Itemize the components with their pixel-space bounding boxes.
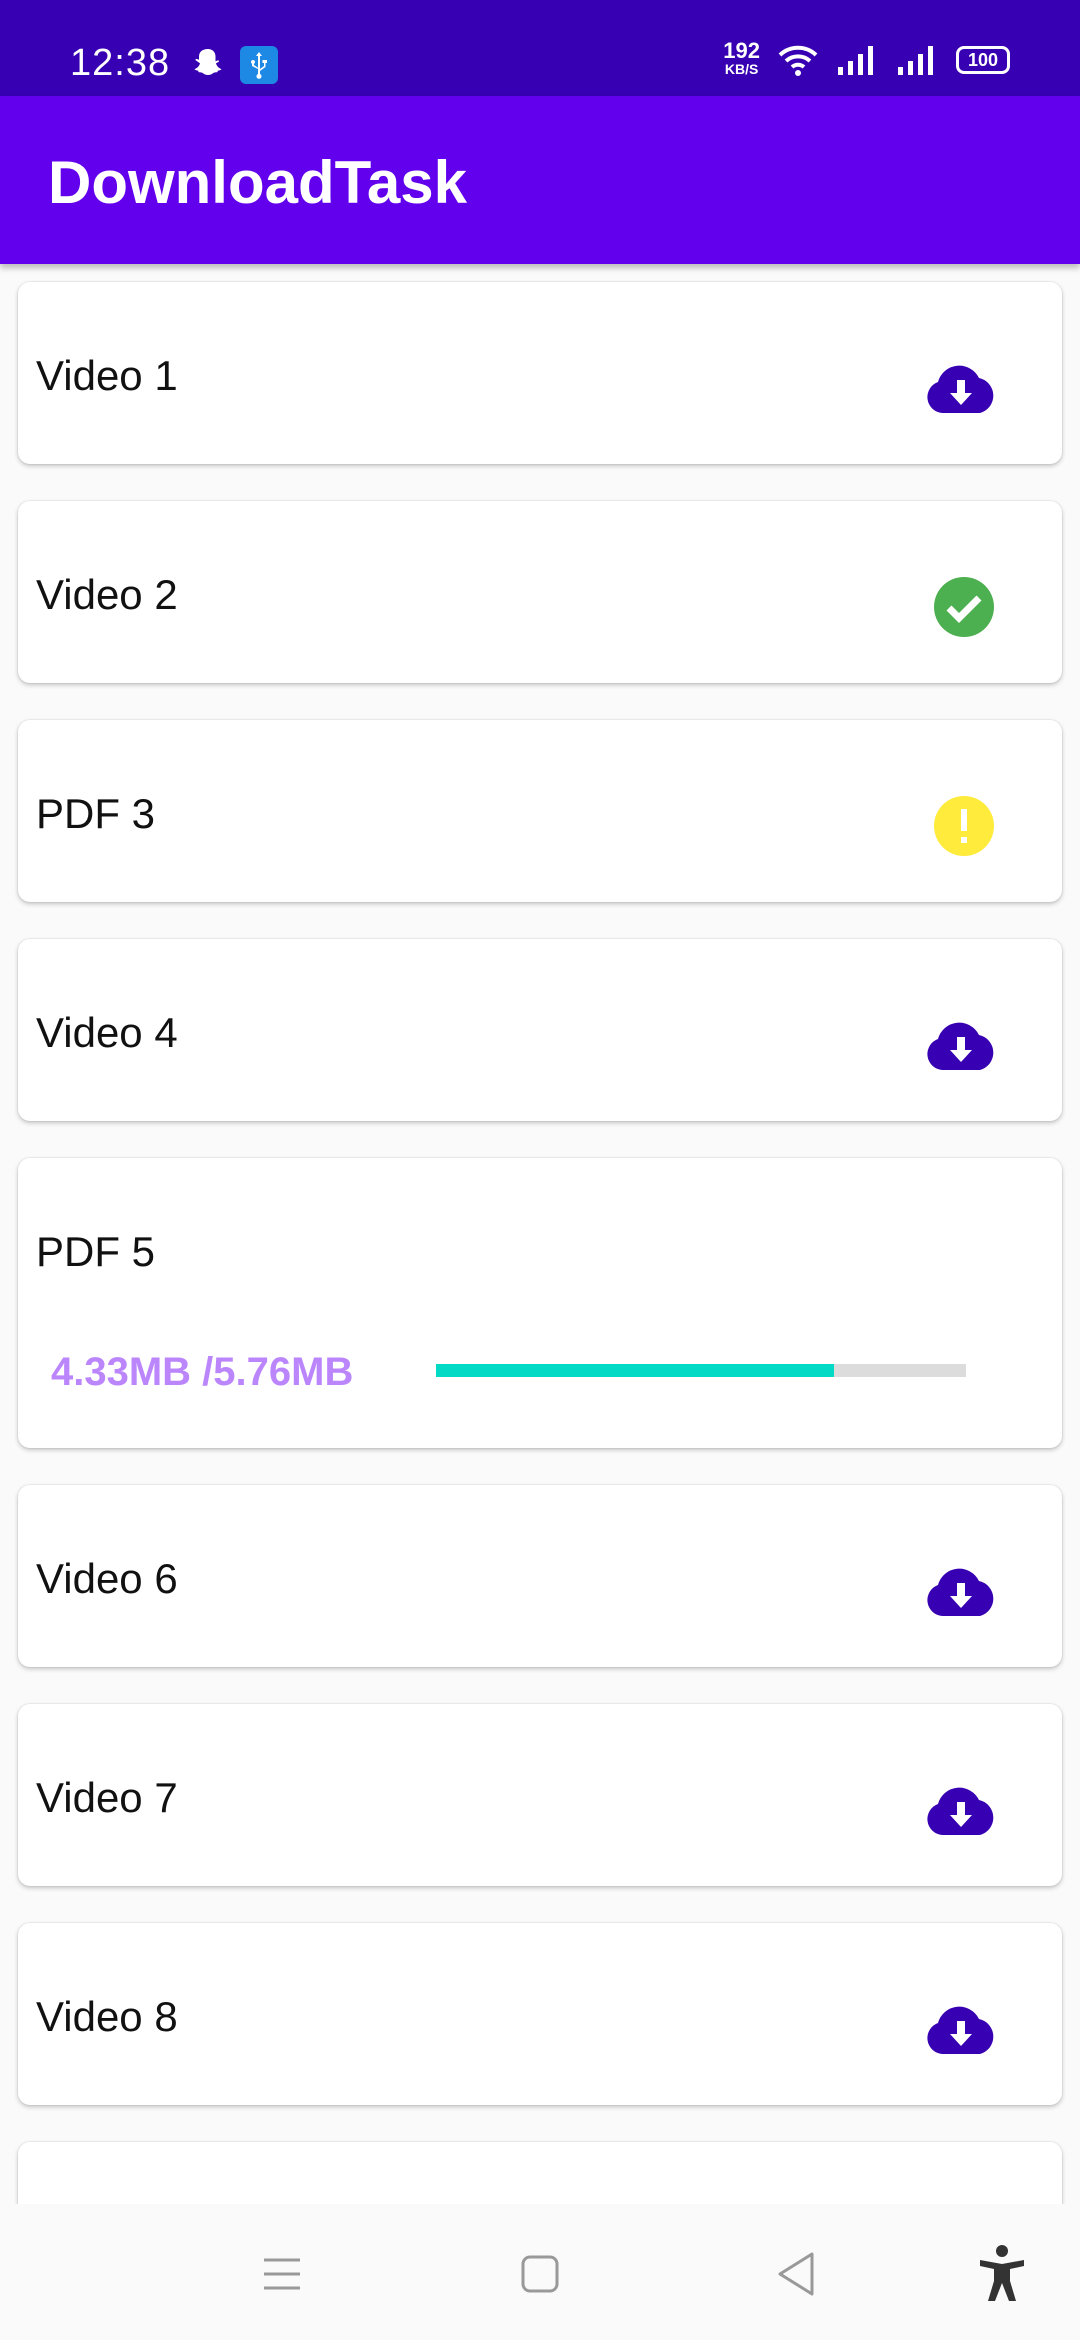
cloud-download-icon[interactable] bbox=[923, 352, 999, 428]
download-list[interactable]: Video 1 Video 2 PDF 3 Video 4 PDF 5 4.33… bbox=[0, 264, 1080, 2204]
download-item[interactable]: Video 4 bbox=[18, 939, 1062, 1121]
download-item[interactable]: Video 6 bbox=[18, 1485, 1062, 1667]
network-speed: 192 KB/S bbox=[723, 40, 760, 78]
cloud-download-icon[interactable] bbox=[923, 1774, 999, 1850]
app-bar: DownloadTask bbox=[0, 96, 1080, 264]
accessibility-icon[interactable] bbox=[972, 2244, 1032, 2304]
item-title: Video 1 bbox=[36, 352, 178, 399]
status-time: 12:38 bbox=[70, 42, 171, 84]
item-title: PDF 5 bbox=[36, 1228, 156, 1275]
snapchat-icon bbox=[194, 49, 222, 75]
progress-fill bbox=[436, 1364, 834, 1377]
notification-icons bbox=[190, 46, 278, 84]
system-status-icons: 192 KB/S 100 bbox=[723, 40, 1010, 78]
item-title: Video 2 bbox=[36, 571, 178, 618]
warning-circle-icon[interactable] bbox=[926, 788, 1002, 864]
download-item-in-progress[interactable]: PDF 5 4.33MB /5.76MB bbox=[18, 1158, 1062, 1448]
download-item[interactable]: Video 7 bbox=[18, 1704, 1062, 1886]
signal-icon bbox=[898, 46, 933, 75]
cloud-download-icon[interactable] bbox=[923, 1993, 999, 2069]
item-title: Video 4 bbox=[36, 1009, 178, 1056]
download-item[interactable]: Video 8 bbox=[18, 1923, 1062, 2105]
item-title: Video 8 bbox=[36, 1993, 178, 2040]
battery-icon: 100 bbox=[956, 46, 1010, 74]
download-item[interactable]: Video 2 bbox=[18, 501, 1062, 683]
progress-text: 4.33MB /5.76MB bbox=[51, 1350, 354, 1394]
navigation-bar bbox=[0, 2204, 1080, 2340]
speed-unit: KB/S bbox=[724, 61, 759, 77]
item-title: Video 7 bbox=[36, 1774, 178, 1821]
download-item[interactable]: PDF 3 bbox=[18, 720, 1062, 902]
app-title: DownloadTask bbox=[48, 149, 467, 216]
signal-icon bbox=[838, 46, 873, 75]
cloud-download-icon[interactable] bbox=[923, 1555, 999, 1631]
progress-bar bbox=[436, 1364, 966, 1377]
wifi-icon bbox=[778, 45, 818, 76]
status-bar: 12:38 192 KB/S 100 bbox=[0, 0, 1080, 96]
back-icon[interactable] bbox=[766, 2244, 826, 2304]
check-circle-icon[interactable] bbox=[926, 569, 1002, 645]
item-title: PDF 3 bbox=[36, 790, 156, 837]
download-item[interactable]: Video 1 bbox=[18, 282, 1062, 464]
download-item-partial[interactable] bbox=[18, 2142, 1062, 2204]
home-icon[interactable] bbox=[510, 2244, 570, 2304]
menu-icon[interactable] bbox=[252, 2244, 312, 2304]
cloud-download-icon[interactable] bbox=[923, 1009, 999, 1085]
usb-icon bbox=[240, 46, 278, 84]
item-title: Video 6 bbox=[36, 1555, 178, 1602]
